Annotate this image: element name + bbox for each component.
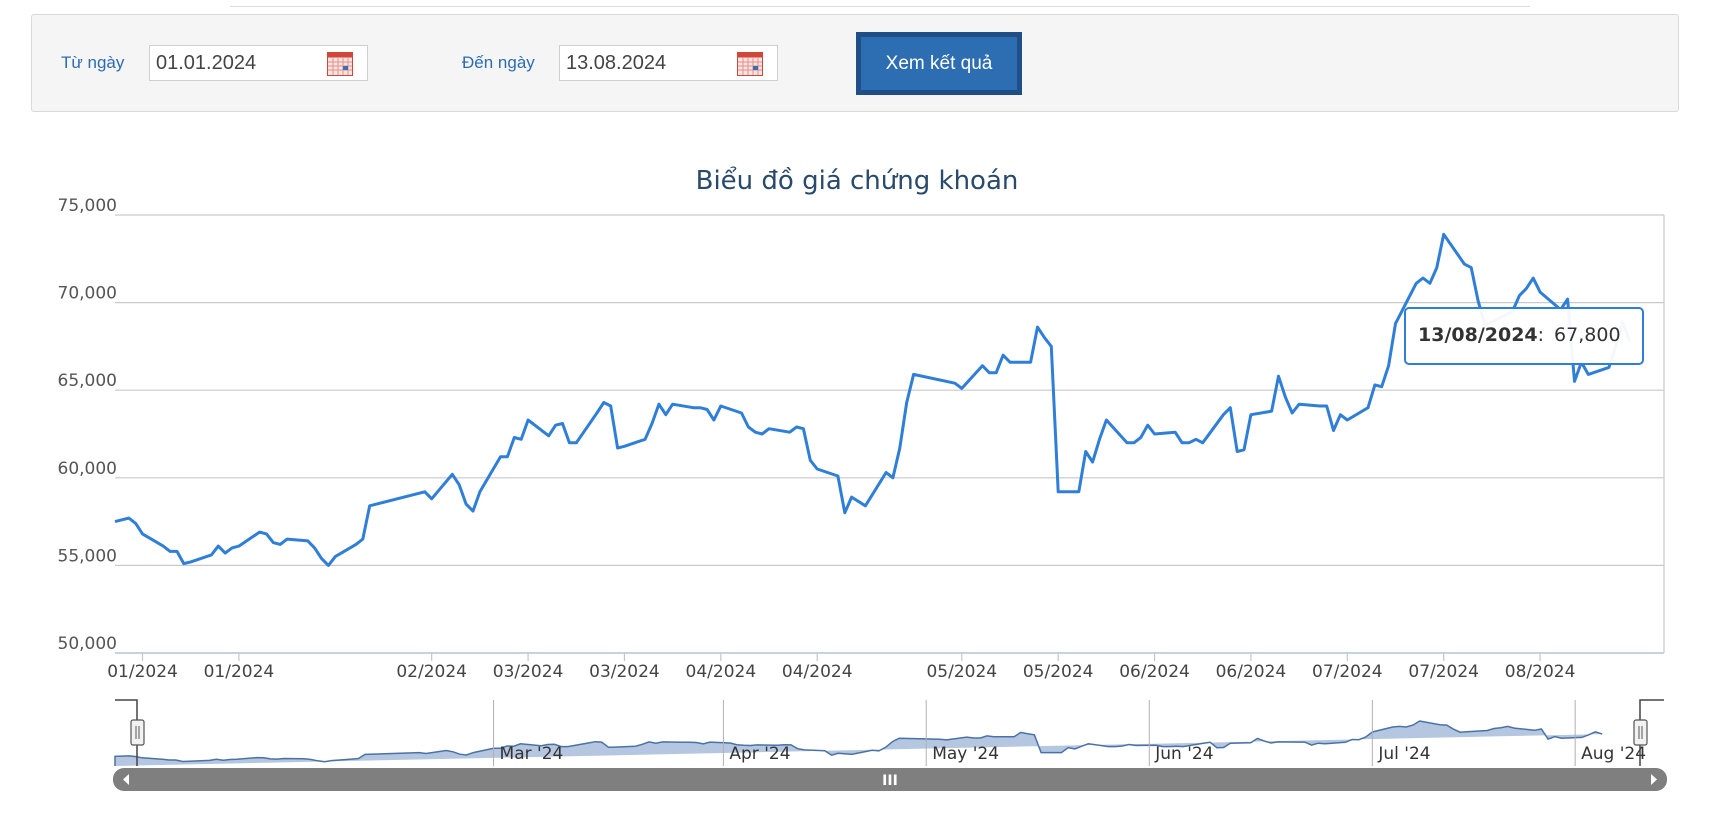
- x-tick-label: 07/2024: [1312, 662, 1383, 682]
- navigator-month-label: Apr '24: [729, 744, 790, 764]
- scrollbar[interactable]: III: [113, 768, 1667, 791]
- x-tick-label: 03/2024: [589, 662, 660, 682]
- x-tick-label: 08/2024: [1505, 662, 1576, 682]
- x-tick-label: 05/2024: [926, 662, 997, 682]
- tooltip-value: 67,800: [1554, 324, 1620, 346]
- y-tick-label: 55,000: [58, 546, 117, 566]
- navigator[interactable]: Mar '24 Apr '24 May '24 Jun '24 Jul '24 Aug '…: [114, 699, 1665, 767]
- y-tick-label: 65,000: [58, 371, 117, 391]
- y-tick-label: 75,000: [58, 196, 117, 216]
- x-tick-label: 06/2024: [1216, 662, 1287, 682]
- x-tick-label: 07/2024: [1408, 662, 1479, 682]
- navigator-month-label: Jun '24: [1154, 744, 1213, 764]
- y-tick-label: 50,000: [58, 634, 117, 654]
- y-axis-ticks: 50,000 55,000 60,000 65,000 70,000 75,000: [58, 196, 117, 654]
- x-tick-label: 03/2024: [493, 662, 564, 682]
- x-tick-label: 06/2024: [1119, 662, 1190, 682]
- svg-text:13/08/2024:67,800: 13/08/2024: 67,800: [1418, 324, 1621, 346]
- navigator-month-label: May '24: [932, 744, 999, 764]
- x-tick-label: 02/2024: [396, 662, 467, 682]
- scrollbar-grip[interactable]: III: [882, 773, 898, 789]
- navigator-month-label: Jul '24: [1377, 744, 1430, 764]
- navigator-right-handle[interactable]: [1633, 719, 1648, 746]
- x-tick-label: 05/2024: [1023, 662, 1094, 682]
- price-series-line: [114, 232, 1632, 567]
- y-tick-label: 70,000: [58, 284, 117, 304]
- x-tick-label: 01/2024: [204, 662, 275, 682]
- x-tick-label: 04/2024: [782, 662, 853, 682]
- tooltip-date: 13/08/2024: [1418, 324, 1538, 346]
- navigator-month-label: Mar '24: [500, 744, 564, 764]
- y-tick-label: 60,000: [58, 459, 117, 479]
- tooltip-separator: :: [1538, 324, 1544, 346]
- x-tick-label: 01/2024: [107, 662, 178, 682]
- stock-price-chart: Biểu đồ giá chứng khoán 50,000 55,000 60,0…: [58, 165, 1667, 791]
- x-tick-label: 04/2024: [686, 662, 757, 682]
- x-axis-ticks: 01/2024 01/2024 02/2024 03/2024 03/2024 04/20…: [107, 653, 1575, 682]
- price-tooltip: 13/08/2024: 67,800: [1404, 307, 1644, 365]
- navigator-left-handle[interactable]: [130, 719, 145, 746]
- chart-title: Biểu đồ giá chứng khoán: [696, 165, 1019, 196]
- navigator-month-label: Aug '24: [1581, 744, 1646, 764]
